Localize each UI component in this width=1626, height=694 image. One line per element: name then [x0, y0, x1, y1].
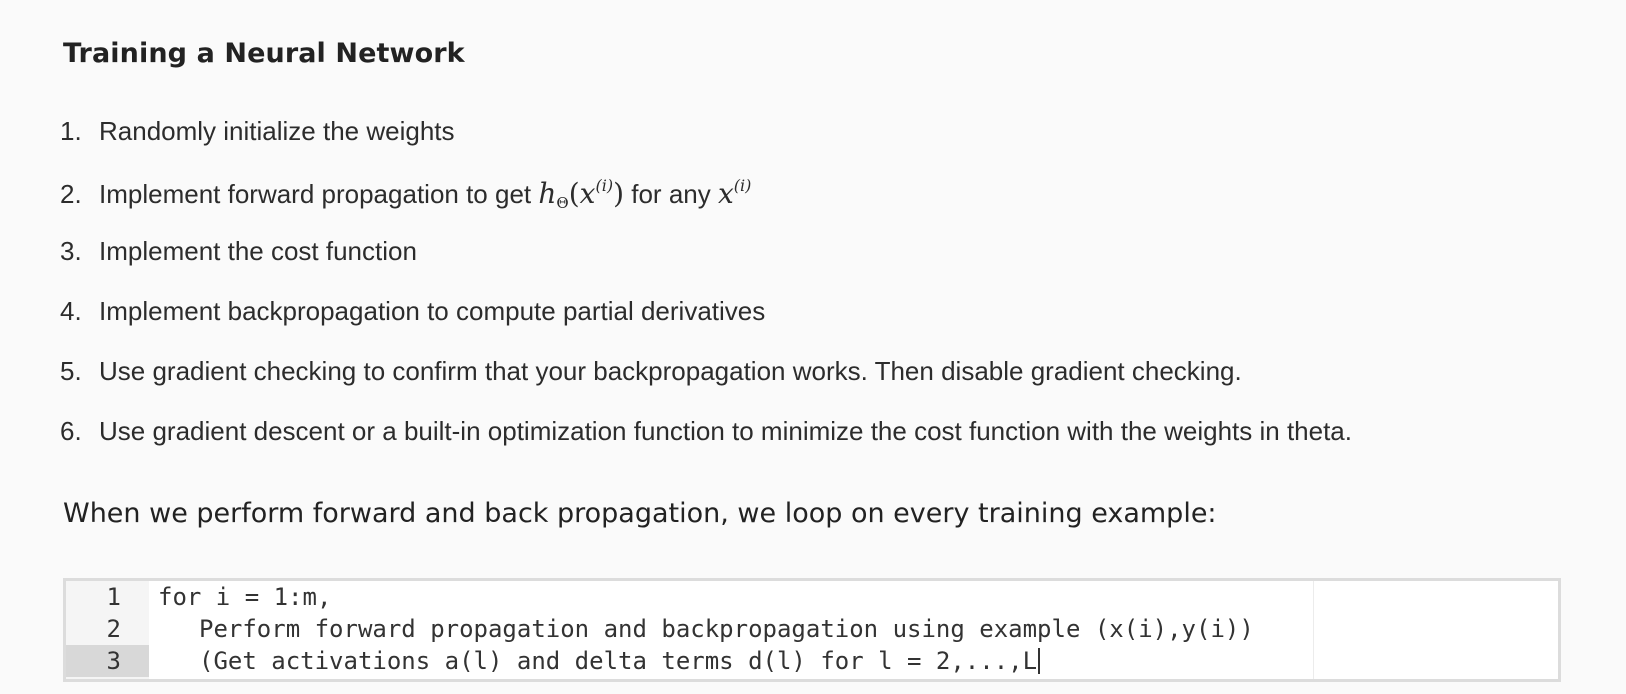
step-text: Implement the cost function	[99, 236, 417, 266]
math-theta-subscript: Θ	[556, 194, 569, 212]
step-number: 5.	[60, 356, 82, 386]
step-number: 6.	[60, 416, 82, 446]
step-number: 4.	[60, 296, 82, 326]
step-item: 1. Randomly initialize the weights	[60, 116, 1352, 176]
line-number-gutter: 1 2 3	[66, 581, 149, 679]
section-heading: Training a Neural Network	[63, 38, 465, 69]
code-editor[interactable]: 1 2 3 for i = 1:m, Perform forward propa…	[63, 578, 1561, 682]
math-x: x	[579, 177, 596, 210]
step-text: Use gradient descent or a built-in optim…	[99, 416, 1352, 446]
example-formula: x(i)	[718, 176, 751, 210]
steps-list: 1. Randomly initialize the weights 2. Im…	[60, 116, 1352, 476]
line-number: 1	[106, 583, 121, 611]
code-lines[interactable]: for i = 1:m, Perform forward propagation…	[158, 581, 1254, 677]
code-line-active[interactable]: (Get activations a(l) and delta terms d(…	[158, 645, 1254, 677]
math-h: h	[538, 177, 557, 210]
step-item: 5. Use gradient checking to confirm that…	[60, 356, 1352, 416]
step-text-mid: for any	[631, 179, 711, 209]
step-item: 3. Implement the cost function	[60, 236, 1352, 296]
step-item: 4. Implement backpropagation to compute …	[60, 296, 1352, 356]
code-line[interactable]: Perform forward propagation and backprop…	[158, 613, 1254, 645]
math-x2-superscript: (i)	[733, 176, 752, 195]
step-number: 2.	[60, 179, 82, 209]
code-line-text[interactable]: (Get activations a(l) and delta terms d(…	[199, 647, 1037, 675]
step-text: Randomly initialize the weights	[99, 116, 455, 146]
step-item: 6. Use gradient descent or a built-in op…	[60, 416, 1352, 476]
step-number: 3.	[60, 236, 82, 266]
hypothesis-formula: hΘ(x(i))	[538, 176, 625, 212]
code-line[interactable]: for i = 1:m,	[158, 581, 1254, 613]
print-margin-rule	[1313, 581, 1314, 679]
step-number: 1.	[60, 116, 82, 146]
math-x2: x	[717, 177, 734, 210]
step-item: 2. Implement forward propagation to get …	[60, 176, 1352, 236]
text-cursor	[1038, 648, 1041, 674]
line-number: 2	[106, 615, 121, 643]
step-text: Implement forward propagation to get	[99, 179, 532, 209]
line-number-active: 3	[66, 645, 149, 677]
step-text: Use gradient checking to confirm that yo…	[99, 356, 1242, 386]
step-text: Implement backpropagation to compute par…	[99, 296, 766, 326]
math-x-superscript: (i)	[595, 176, 614, 195]
intro-paragraph: When we perform forward and back propaga…	[63, 498, 1217, 529]
